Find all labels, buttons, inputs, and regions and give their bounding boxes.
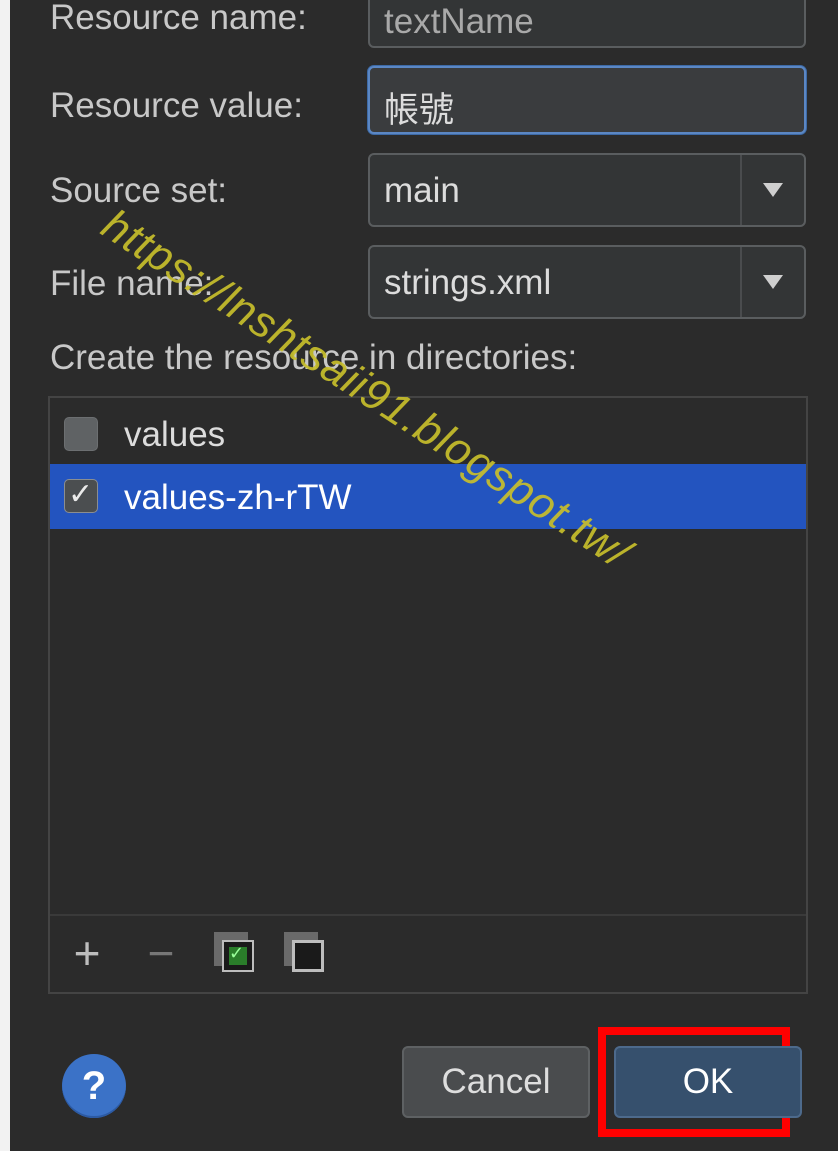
- list-item-label: values: [124, 415, 226, 454]
- check-all-icon[interactable]: ✓: [214, 932, 256, 974]
- list-item-selected[interactable]: ✓ values-zh-rTW: [50, 464, 806, 529]
- source-set-dropdown[interactable]: main: [368, 153, 806, 227]
- plus-icon[interactable]: +: [70, 930, 104, 976]
- check-icon: ✓: [68, 478, 94, 511]
- list-toolbar: + − ✓: [50, 914, 806, 992]
- source-set-value: main: [384, 171, 460, 210]
- file-name-value: strings.xml: [384, 263, 552, 302]
- resource-name-field[interactable]: textName: [368, 0, 806, 48]
- resource-value-label: Resource value:: [50, 86, 303, 125]
- list-item-label: values-zh-rTW: [124, 478, 352, 517]
- chevron-down-icon[interactable]: [740, 155, 804, 225]
- resource-name-value: textName: [384, 2, 534, 41]
- file-name-dropdown[interactable]: strings.xml: [368, 245, 806, 319]
- checkbox-values-zh-rtw[interactable]: ✓: [64, 478, 98, 513]
- resource-value-value: 帳號: [384, 91, 455, 130]
- create-resource-dialog: Resource name: textName Resource value: …: [10, 0, 838, 1151]
- chevron-down-icon[interactable]: [740, 247, 804, 317]
- ok-button[interactable]: OK: [614, 1046, 802, 1118]
- uncheck-all-icon[interactable]: [284, 932, 326, 974]
- checkbox-values[interactable]: [64, 417, 98, 451]
- minus-icon[interactable]: −: [144, 930, 178, 976]
- cancel-button[interactable]: Cancel: [402, 1046, 590, 1118]
- source-set-label: Source set:: [50, 171, 228, 210]
- directories-list: values ✓ values-zh-rTW + − ✓: [48, 396, 808, 994]
- help-button[interactable]: ?: [62, 1054, 126, 1118]
- resource-value-field[interactable]: 帳號: [368, 66, 806, 134]
- resource-name-label: Resource name:: [50, 0, 307, 37]
